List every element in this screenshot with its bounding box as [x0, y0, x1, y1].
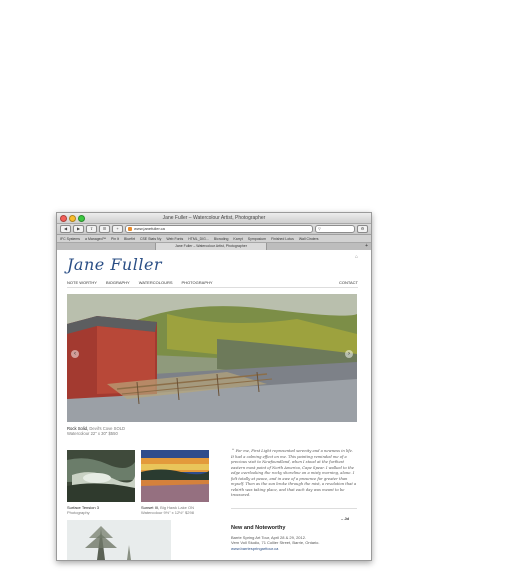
address-bar[interactable]: www.janefuller.ca	[125, 225, 313, 233]
close-icon[interactable]	[60, 215, 67, 222]
quote-signature: – Jd	[341, 516, 350, 521]
nav-watercolours[interactable]: WATERCOLOURS	[139, 280, 173, 285]
site-logo[interactable]: Jane Fuller	[67, 255, 162, 274]
quote-icon: ❝	[231, 448, 234, 454]
new-tab-icon[interactable]: +	[365, 243, 368, 250]
quote-divider	[231, 508, 357, 509]
browser-window: Jane Fuller – Watercolour Artist, Photog…	[56, 212, 372, 561]
settings-icon[interactable]: ⚙	[357, 225, 368, 233]
chevron-right-icon[interactable]: ›	[345, 350, 353, 358]
thumb-caption-1: Surface Tension 3 Photography	[67, 505, 99, 515]
thumb-caption-2: Sunset III, Big Hawk Lake ON Watercolour…	[141, 505, 194, 515]
painting-image	[67, 294, 357, 422]
quote-text: For me, First Light represented serenity…	[231, 449, 357, 497]
bookmark-item[interactable]: CSE Stats Ny	[140, 237, 161, 241]
share-button[interactable]: ⇧	[86, 225, 97, 233]
main-nav: NOTE WORTHY BIOGRAPHY WATERCOLOURS PHOTO…	[67, 280, 213, 285]
bookmark-item[interactable]: Pin It	[111, 237, 119, 241]
bookmark-item[interactable]: Bicroding	[214, 237, 229, 241]
active-tab[interactable]: Jane Fuller – Watercolour Artist, Photog…	[155, 243, 267, 250]
bookmark-item[interactable]: a Managed™	[85, 237, 106, 241]
bookmark-item[interactable]: Symposium	[248, 237, 266, 241]
nav-note-worthy[interactable]: NOTE WORTHY	[67, 280, 97, 285]
chevron-left-icon[interactable]: ‹	[71, 350, 79, 358]
window-controls	[60, 215, 85, 222]
bookmark-item[interactable]: Karryt	[233, 237, 242, 241]
bookmark-item[interactable]: Web Fonts	[166, 237, 183, 241]
back-button[interactable]: ◀	[60, 225, 71, 233]
thumb-surface-tension[interactable]	[67, 450, 135, 502]
search-field[interactable]: ⚲	[315, 225, 355, 233]
tree-image	[67, 520, 171, 560]
bookmark-item[interactable]: Bluefirt	[124, 237, 135, 241]
minimize-icon[interactable]	[69, 215, 76, 222]
news-section: New and Noteworthy Barrie Spring Art Tou…	[231, 525, 357, 552]
window-title: Jane Fuller – Watercolour Artist, Photog…	[162, 215, 266, 221]
forward-button[interactable]: ▶	[73, 225, 84, 233]
thumb-sub-1: Photography	[67, 510, 90, 515]
bookmark-item[interactable]: Wall Cinders	[299, 237, 319, 241]
nav-biography[interactable]: BIOGRAPHY	[106, 280, 130, 285]
bookmark-item[interactable]: Finished Lotus	[271, 237, 294, 241]
artist-quote: ❝ For me, First Light represented serenit…	[231, 448, 357, 499]
page-content: Jane Fuller ⌂ NOTE WORTHY BIOGRAPHY WATE…	[57, 250, 371, 560]
news-link[interactable]: www.barriespringarttour.ca	[231, 546, 357, 552]
featured-image[interactable]	[67, 520, 171, 560]
thumb-image	[67, 450, 135, 502]
bookmark-item[interactable]: HTML_DIG...	[188, 237, 209, 241]
title-bar: Jane Fuller – Watercolour Artist, Photog…	[57, 213, 371, 224]
nav-divider	[67, 287, 358, 288]
site-favicon-icon	[128, 227, 132, 231]
bookmark-item[interactable]: IFC Systems	[60, 237, 80, 241]
zoom-icon[interactable]	[78, 215, 85, 222]
nav-photography[interactable]: PHOTOGRAPHY	[182, 280, 213, 285]
thumb-image	[141, 450, 209, 502]
hero-painting[interactable]: ‹ ›	[67, 294, 357, 422]
hero-caption: Rock Solid, Devil's Cove SOLD Watercolou…	[67, 426, 125, 436]
nav-contact[interactable]: CONTACT	[339, 280, 358, 285]
news-heading: New and Noteworthy	[231, 525, 286, 531]
browser-toolbar: ◀ ▶ ⇧ ☰ + www.janefuller.ca ⚲ ⚙	[57, 224, 371, 235]
add-button[interactable]: +	[112, 225, 123, 233]
hero-details: Watercolour 22" x 30" $550	[67, 431, 118, 436]
address-text: www.janefuller.ca	[134, 226, 165, 231]
bookmarks-bar: IFC Systems a Managed™ Pin It Bluefirt C…	[57, 235, 371, 243]
thumb-sub-2: Watercolour 9½" x 12½" $298	[141, 510, 194, 515]
home-icon[interactable]: ⌂	[355, 254, 358, 260]
reading-list-icon[interactable]: ☰	[99, 225, 110, 233]
thumb-sunset[interactable]	[141, 450, 209, 502]
